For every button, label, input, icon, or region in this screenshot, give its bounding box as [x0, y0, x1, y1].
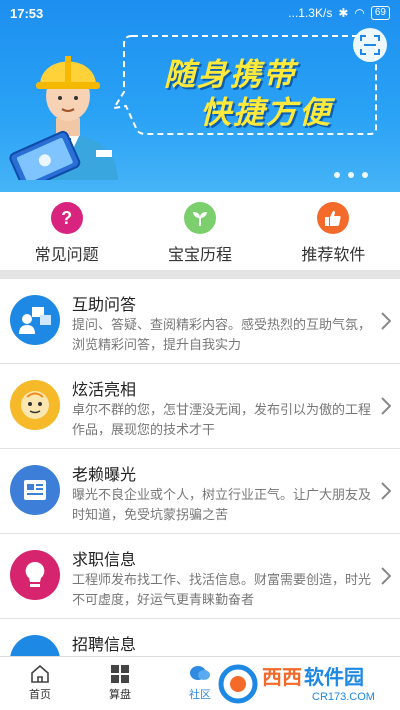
quick-tab-recommended-apps[interactable]: 推荐软件	[267, 192, 400, 270]
quick-tab-faq[interactable]: ? 常见问题	[0, 192, 133, 270]
lightbulb-icon	[10, 550, 60, 600]
svg-text:西西: 西西	[262, 667, 302, 689]
list-item-desc: 曝光不良企业或个人，树立行业正气。让广大朋友及时知道，免受坑蒙拐骗之苦	[72, 487, 372, 522]
network-speed: ...1.3K/s	[288, 6, 333, 20]
community-icon	[190, 666, 210, 680]
list-item-defaulter-exposure[interactable]: 老赖曝光 曝光不良企业或个人，树立行业正气。让广大朋友及时知道，免受坑蒙拐骗之苦	[0, 449, 400, 534]
status-bar: 17:53 ...1.3K/s ✱ ◠ 69	[0, 0, 400, 26]
quick-tab-label: 宝宝历程	[167, 247, 232, 264]
list-item-title: 招聘信息	[72, 637, 137, 654]
scan-button[interactable]	[353, 28, 387, 62]
list-item-job-seeking[interactable]: 求职信息 工程师发布找工作、找活信息。财富需要创造，时光不可虚度，好运气更青睐勤…	[0, 534, 400, 619]
sprout-icon	[183, 202, 216, 234]
battery-indicator: 69	[370, 6, 390, 20]
carousel-dot[interactable]	[362, 172, 368, 178]
quick-tab-baby-journey[interactable]: 宝宝历程	[133, 192, 266, 270]
svg-text:CR173.COM: CR173.COM	[312, 691, 375, 703]
nav-label: 首页	[29, 689, 51, 701]
list-item-mutual-qa[interactable]: 互助问答 提问、答疑、查阅精彩内容。感受热烈的互助气氛，浏览精彩问答，提升自我实…	[0, 279, 400, 364]
home-icon	[31, 665, 49, 683]
list-item-desc: 工程师发布找工作、找活信息。财富需要创造，时光不可虚度，好运气更青睐勤奋者	[72, 572, 372, 607]
chevron-right-icon	[381, 312, 391, 330]
nav-label: 社区	[189, 689, 211, 701]
scan-icon	[360, 35, 380, 55]
status-time: 17:53	[10, 5, 44, 21]
qa-icon	[10, 295, 60, 345]
list-item-title: 求职信息	[72, 552, 137, 569]
nav-item-home[interactable]: 首页	[0, 657, 80, 710]
chevron-right-icon	[381, 397, 391, 415]
carousel-dot[interactable]	[348, 172, 354, 178]
chevron-right-icon	[381, 567, 391, 585]
grid-icon	[111, 665, 129, 683]
carousel-dot[interactable]	[334, 172, 340, 178]
svg-text:软件园: 软件园	[304, 665, 364, 689]
list-item-title: 互助问答	[72, 297, 137, 314]
feature-list: 互助问答 提问、答疑、查阅精彩内容。感受热烈的互助气氛，浏览精彩问答，提升自我实…	[0, 279, 400, 704]
face-icon	[10, 380, 60, 430]
list-item-desc: 提问、答疑、查阅精彩内容。感受热烈的互助气氛，浏览精彩问答，提升自我实力	[72, 317, 372, 352]
banner-slogan-line2: 快捷方便	[200, 95, 332, 130]
chevron-right-icon	[381, 482, 391, 500]
nav-label: 算盘	[109, 689, 131, 701]
list-item-title: 炫活亮相	[72, 382, 137, 399]
carousel-indicator[interactable]	[334, 172, 368, 178]
watermark-logo: 西西 软件园 CR173.COM	[218, 664, 375, 704]
list-item-title: 老赖曝光	[72, 467, 137, 484]
bluetooth-icon: ✱	[338, 6, 349, 20]
worker-illustration-icon	[9, 56, 118, 180]
wifi-icon: ◠	[354, 6, 365, 20]
nav-item-abacus[interactable]: 算盘	[80, 657, 160, 710]
quick-tab-label: 推荐软件	[301, 247, 366, 264]
quick-tab-label: 常见问题	[34, 247, 99, 264]
section-divider	[0, 270, 400, 279]
quick-tabs: ? 常见问题 宝宝历程 推荐软件	[0, 192, 400, 270]
list-item-desc: 卓尔不群的您，怎甘湮没无闻，发布引以为傲的工程作品，展现您的技术才干	[72, 402, 372, 437]
question-icon: ?	[50, 202, 83, 234]
document-icon	[10, 465, 60, 515]
banner[interactable]: 17:53 ...1.3K/s ✱ ◠ 69 随身携带 快捷方便	[0, 0, 400, 192]
list-item-showcase[interactable]: 炫活亮相 卓尔不群的您，怎甘湮没无闻，发布引以为傲的工程作品，展现您的技术才干	[0, 364, 400, 449]
thumbs-up-icon	[317, 202, 350, 234]
